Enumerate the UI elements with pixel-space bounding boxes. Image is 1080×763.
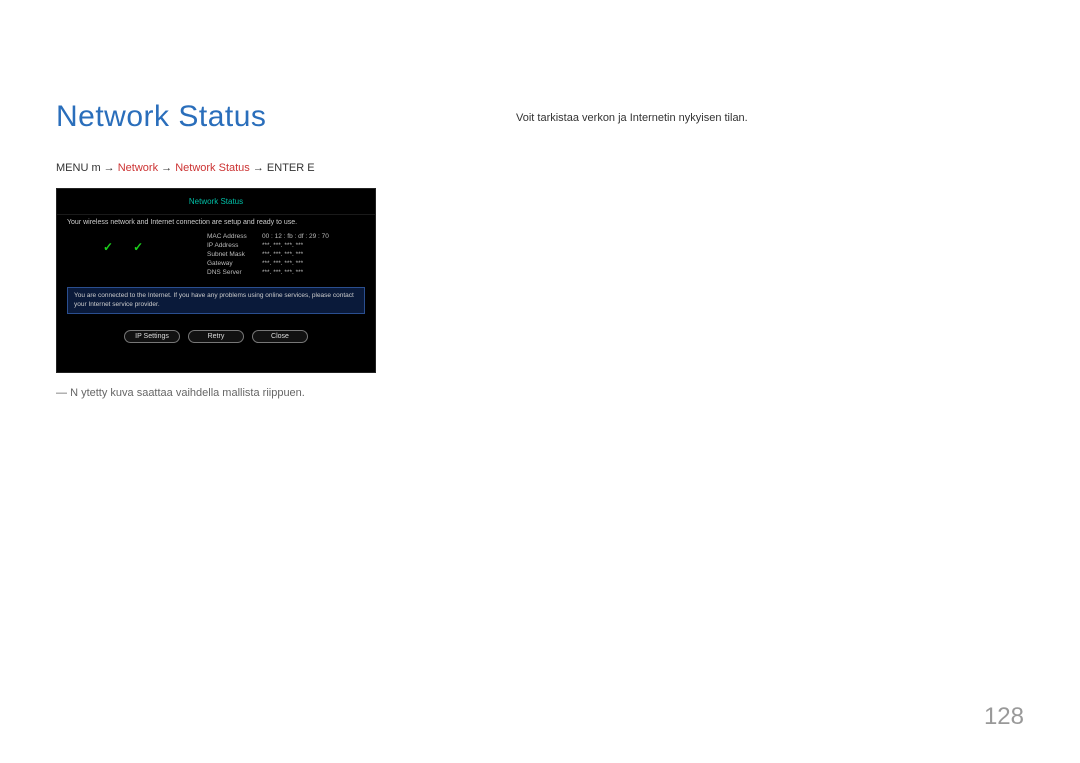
panel-button-row: IP Settings Retry Close [57,330,375,353]
check-icon: ✓ [133,240,143,254]
info-value: 00 : 12 : fb : df : 29 : 70 [262,232,365,241]
info-row-dns: DNS Server ***. ***. ***. *** [207,268,365,277]
info-label: DNS Server [207,268,262,277]
page-title: Network Status [56,100,456,134]
panel-status-message: Your wireless network and Internet conne… [57,214,375,232]
menu-path-network: Network [118,162,158,174]
info-label: MAC Address [207,232,262,241]
image-disclaimer: ― N ytetty kuva saattaa vaihdella mallis… [56,387,456,399]
panel-title: Network Status [57,197,375,206]
menu-path-network-status: Network Status [175,162,250,174]
check-icon: ✓ [103,240,113,254]
retry-button[interactable]: Retry [188,330,244,343]
right-column: Voit tarkistaa verkon ja Internetin nyky… [516,100,1024,399]
panel-info-section: ✓ ✓ MAC Address 00 : 12 : fb : df : 29 :… [57,232,375,287]
info-value: ***. ***. ***. *** [262,259,365,268]
menu-arrow-1: → [158,162,175,174]
tv-screenshot-panel: Network Status Your wireless network and… [56,188,376,373]
description-text: Voit tarkistaa verkon ja Internetin nyky… [516,112,1024,124]
panel-check-area: ✓ ✓ [67,232,207,277]
info-value: ***. ***. ***. *** [262,250,365,259]
info-label: Gateway [207,259,262,268]
disclaimer-text: N ytetty kuva saattaa vaihdella mallista… [70,387,305,399]
info-row-gateway: Gateway ***. ***. ***. *** [207,259,365,268]
panel-message-box: You are connected to the Internet. If yo… [67,287,365,314]
info-row-ip: IP Address ***. ***. ***. *** [207,241,365,250]
info-label: Subnet Mask [207,250,262,259]
panel-info-table: MAC Address 00 : 12 : fb : df : 29 : 70 … [207,232,365,277]
info-row-mac: MAC Address 00 : 12 : fb : df : 29 : 70 [207,232,365,241]
disclaimer-dash: ― [56,387,67,399]
menu-suffix: → ENTER E [250,162,315,174]
left-column: Network Status MENU m → Network → Networ… [56,100,456,399]
info-row-subnet: Subnet Mask ***. ***. ***. *** [207,250,365,259]
menu-path: MENU m → Network → Network Status → ENTE… [56,162,456,174]
info-value: ***. ***. ***. *** [262,268,365,277]
page-number: 128 [984,703,1024,731]
info-value: ***. ***. ***. *** [262,241,365,250]
page-content: Network Status MENU m → Network → Networ… [0,0,1080,399]
close-button[interactable]: Close [252,330,308,343]
info-label: IP Address [207,241,262,250]
ip-settings-button[interactable]: IP Settings [124,330,180,343]
menu-prefix: MENU m → [56,162,118,174]
